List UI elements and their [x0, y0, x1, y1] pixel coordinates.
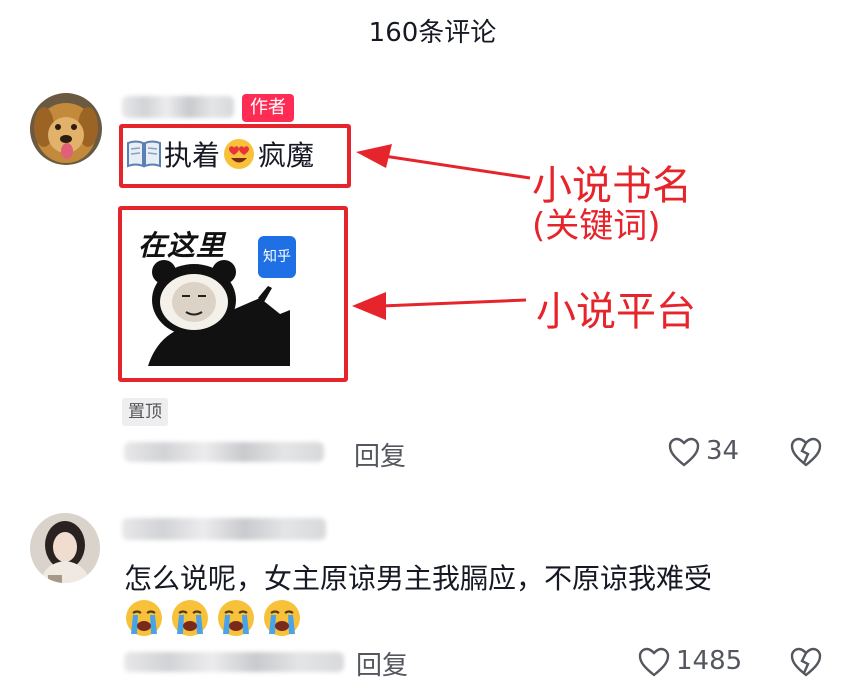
crying-emoji-row	[124, 598, 302, 638]
timestamp-location-blurred	[124, 442, 324, 462]
loudly-crying-emoji-icon	[216, 598, 256, 638]
book-title-highlight-box	[119, 124, 351, 188]
loudly-crying-emoji-icon	[170, 598, 210, 638]
author-badge: 作者	[242, 94, 294, 122]
timestamp-location-blurred	[124, 652, 344, 672]
arrow-left-icon	[354, 140, 534, 184]
avatar[interactable]	[30, 513, 100, 583]
panda-meme-icon	[140, 258, 310, 366]
username-blurred[interactable]	[122, 96, 234, 118]
sticker-image[interactable]: 在这里 知乎	[126, 214, 332, 366]
comment-text: 怎么说呢，女主原谅男主我膈应，不原谅我难受	[124, 562, 713, 595]
like-count: 34	[706, 436, 740, 466]
reply-button[interactable]: 回复	[354, 436, 406, 473]
like-heart-icon[interactable]	[638, 647, 670, 677]
like-heart-icon[interactable]	[668, 437, 700, 467]
annotation-book-title-note: (关键词)	[532, 206, 661, 246]
like-count: 1485	[676, 646, 743, 676]
comment-count-title: 160条评论	[368, 18, 497, 48]
username-blurred[interactable]	[122, 518, 326, 540]
pinned-badge: 置顶	[122, 398, 168, 426]
broken-heart-icon[interactable]	[790, 647, 822, 677]
arrow-left-icon	[350, 286, 530, 322]
broken-heart-icon[interactable]	[790, 437, 822, 467]
reply-button[interactable]: 回复	[356, 645, 408, 682]
loudly-crying-emoji-icon	[124, 598, 164, 638]
avatar[interactable]	[30, 93, 102, 165]
annotation-platform: 小说平台	[536, 289, 696, 335]
loudly-crying-emoji-icon	[262, 598, 302, 638]
